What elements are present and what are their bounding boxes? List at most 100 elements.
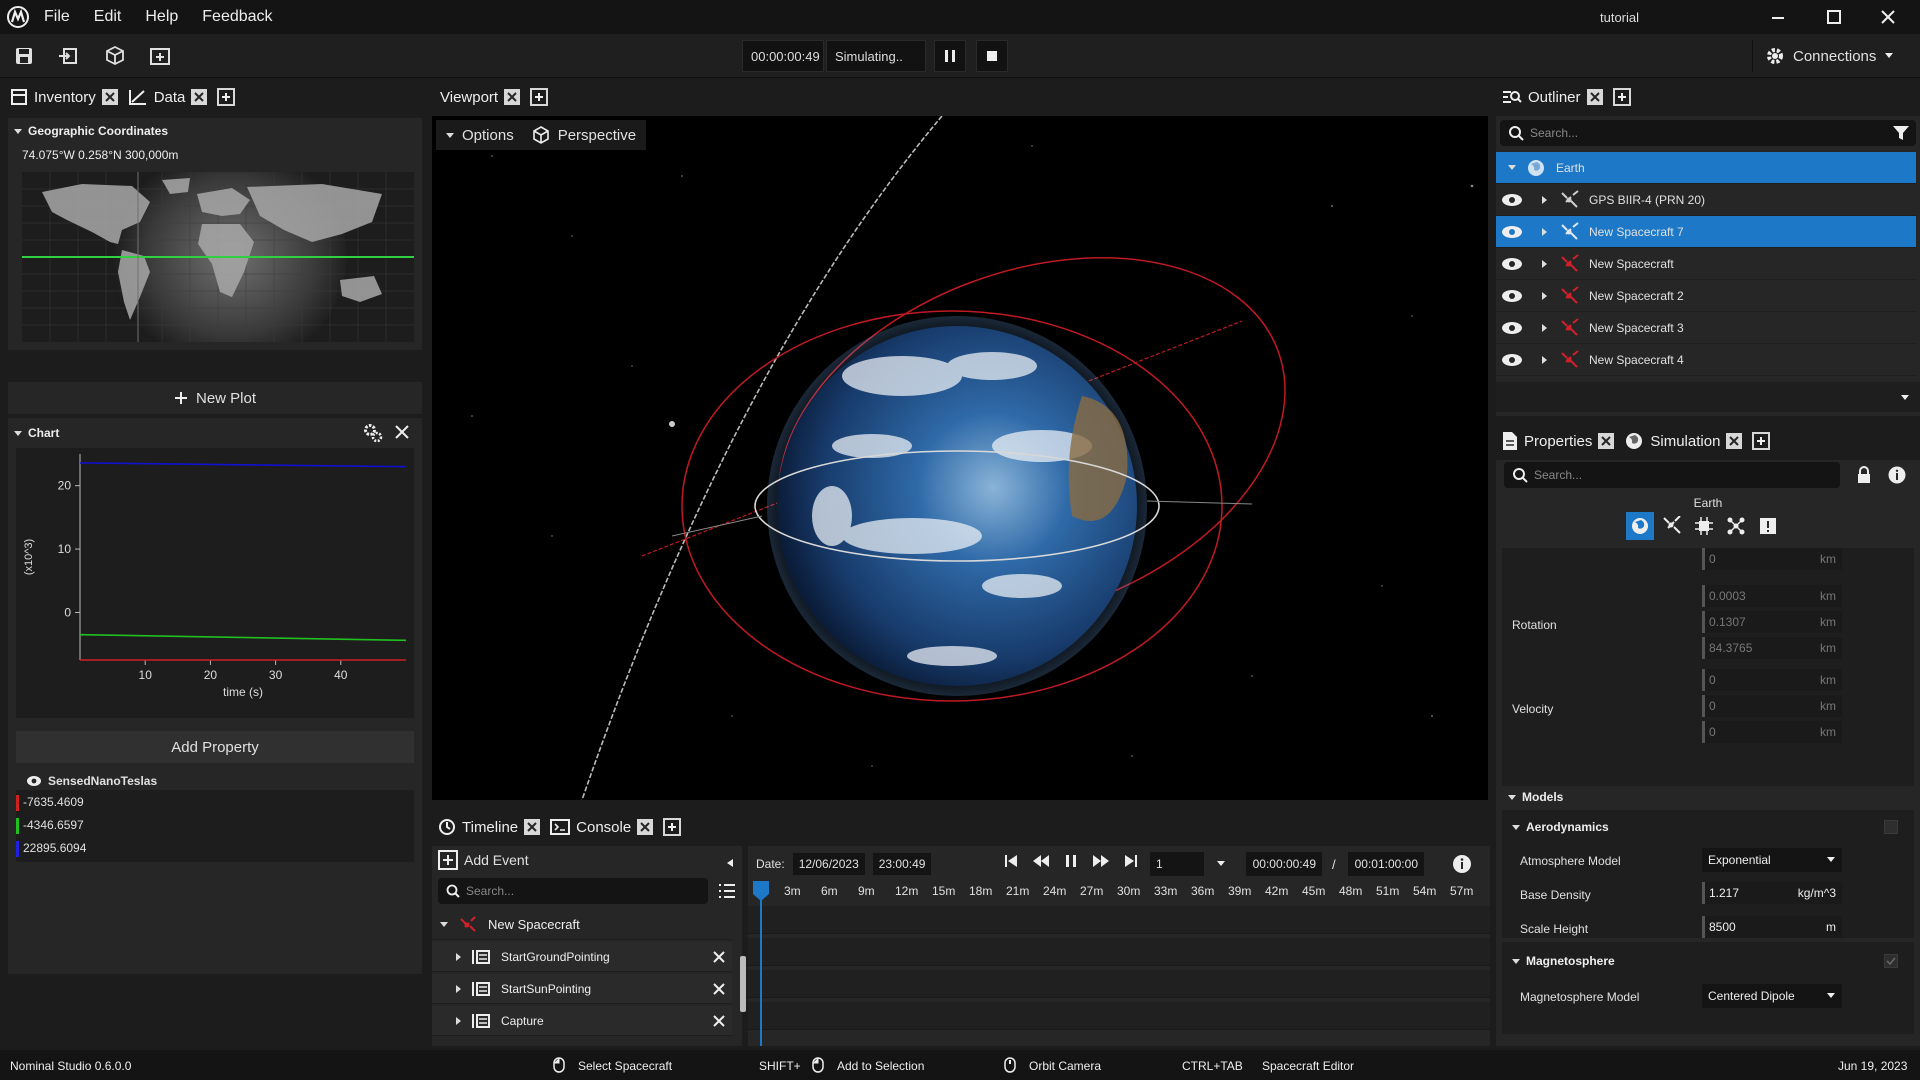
add-tab-button[interactable] (663, 818, 682, 836)
outliner-item[interactable]: GPS BIIR-4 (PRN 20) (1496, 184, 1916, 216)
menu-feedback[interactable]: Feedback (202, 8, 272, 26)
event-list-scrollbar[interactable] (740, 956, 746, 1012)
world-map[interactable] (22, 172, 414, 342)
rotation-field-z[interactable]: 84.3765 km (1702, 637, 1842, 659)
time-field[interactable]: 23:00:49 (872, 853, 932, 875)
playhead-handle[interactable] (752, 880, 770, 902)
tab-viewport[interactable]: Viewport (440, 89, 521, 106)
info-button[interactable] (1452, 854, 1472, 874)
event-search[interactable] (438, 878, 708, 904)
tab-timeline[interactable]: Timeline (438, 818, 541, 836)
stop-button[interactable] (976, 40, 1008, 72)
event-root-row[interactable]: New Spacecraft (432, 910, 732, 940)
add-object-button[interactable] (100, 40, 132, 72)
eye-icon[interactable] (1500, 353, 1524, 367)
chip-tab-button[interactable] (1690, 512, 1718, 540)
outliner-root-earth[interactable]: Earth (1496, 152, 1916, 184)
outliner-item[interactable]: New Spacecraft 3 (1496, 312, 1916, 344)
add-tab-button[interactable] (530, 88, 549, 106)
close-tab-icon[interactable] (524, 819, 541, 835)
event-search-input[interactable] (466, 884, 689, 898)
add-event-button[interactable]: Add Event (438, 850, 529, 870)
outliner-item[interactable]: New Spacecraft 2 (1496, 280, 1916, 312)
eye-icon[interactable] (1500, 257, 1524, 271)
eye-icon[interactable] (26, 775, 42, 787)
geo-section-header[interactable]: Geographic Coordinates (14, 124, 168, 138)
base-density-field[interactable]: 1.217 kg/m^3 (1702, 882, 1842, 904)
collapse-list-button[interactable] (726, 858, 734, 868)
track-event[interactable] (748, 970, 1490, 998)
delete-event-icon[interactable] (712, 982, 726, 996)
timeline-ruler[interactable]: 3m 6m 9m 12m 15m 18m 21m 24m 27m 30m 33m 36m 39m 42m 4… (748, 880, 1490, 904)
network-tab-button[interactable] (1722, 512, 1750, 540)
outliner-search[interactable] (1500, 120, 1916, 146)
close-window-button[interactable] (1860, 0, 1916, 34)
outliner-item[interactable]: New Spacecraft 4 (1496, 344, 1916, 376)
add-tab-button[interactable] (1612, 88, 1631, 106)
chevron-down-icon[interactable] (1900, 394, 1910, 402)
eye-icon[interactable] (1500, 193, 1524, 207)
rotation-field-y[interactable]: 0.1307 km (1702, 611, 1842, 633)
total-time-field[interactable]: 00:01:00:00 (1348, 852, 1424, 876)
atmosphere-select[interactable]: Exponential (1702, 848, 1842, 872)
outliner-item[interactable]: New Spacecraft (1496, 248, 1916, 280)
magnetosphere-checkbox[interactable] (1884, 954, 1898, 968)
close-tab-icon[interactable] (504, 89, 521, 105)
close-tab-icon[interactable] (101, 89, 118, 105)
satellite-tab-button[interactable] (1658, 512, 1686, 540)
save-button[interactable] (8, 40, 40, 72)
date-field[interactable]: 12/06/2023 (792, 853, 865, 875)
track-event[interactable] (748, 1002, 1490, 1030)
close-tab-icon[interactable] (191, 89, 208, 105)
rewind-icon[interactable] (1032, 854, 1050, 868)
velocity-field-z[interactable]: 0 km (1702, 721, 1842, 743)
speed-dropdown-button[interactable] (1216, 860, 1226, 868)
track-root[interactable] (748, 906, 1490, 934)
close-tab-icon[interactable] (1726, 433, 1743, 449)
menu-edit[interactable]: Edit (94, 8, 122, 26)
mag-model-select[interactable]: Centered Dipole (1702, 984, 1842, 1008)
pause-icon[interactable] (1064, 854, 1078, 868)
add-tab-button[interactable] (1752, 432, 1771, 450)
close-tab-icon[interactable] (1586, 89, 1603, 105)
velocity-field-y[interactable]: 0 km (1702, 695, 1842, 717)
3d-viewport[interactable]: Options Perspective (432, 116, 1488, 800)
pause-button[interactable] (934, 40, 966, 72)
chart-settings-button[interactable] (362, 422, 384, 444)
connections-button[interactable]: Connections (1752, 40, 1920, 72)
event-row[interactable]: StartSunPointing (432, 974, 732, 1004)
current-time-field[interactable]: 00:00:00:49 (1246, 852, 1322, 876)
eye-icon[interactable] (1500, 289, 1524, 303)
close-tab-icon[interactable] (637, 819, 654, 835)
event-row[interactable]: Capture (432, 1006, 732, 1036)
alert-tab-button[interactable] (1754, 512, 1782, 540)
tab-properties[interactable]: Properties (1502, 431, 1615, 451)
close-tab-icon[interactable] (1598, 433, 1615, 449)
velocity-field-x[interactable]: 0 km (1702, 669, 1842, 691)
models-section-header[interactable]: Models (1508, 790, 1563, 804)
import-button[interactable] (52, 40, 84, 72)
skip-end-icon[interactable] (1124, 854, 1138, 868)
properties-search-input[interactable] (1534, 468, 1813, 482)
chart-area[interactable]: 10 20 30 40 0 10 20 time (s) (x10^3) (16, 448, 414, 718)
magnetosphere-header[interactable]: Magnetosphere (1512, 954, 1615, 968)
options-button[interactable]: Options (446, 127, 514, 144)
tab-outliner[interactable]: Outliner (1502, 88, 1603, 106)
eye-icon[interactable] (1500, 321, 1524, 335)
body-tab-button[interactable] (1626, 512, 1654, 540)
track-event[interactable] (748, 938, 1490, 966)
add-tab-button[interactable] (217, 88, 236, 106)
delete-event-icon[interactable] (712, 950, 726, 964)
perspective-button[interactable]: Perspective (532, 126, 636, 144)
lock-button[interactable] (1856, 466, 1872, 484)
outliner-search-input[interactable] (1530, 126, 1877, 140)
tab-simulation[interactable]: Simulation (1624, 431, 1743, 451)
close-chart-button[interactable] (394, 424, 412, 442)
menu-file[interactable]: File (44, 8, 70, 26)
properties-info-button[interactable] (1888, 466, 1906, 484)
outliner-item-selected[interactable]: New Spacecraft 7 (1496, 216, 1916, 248)
speed-select[interactable]: 1 (1150, 852, 1204, 876)
rotation-field-x[interactable]: 0.0003 km (1702, 585, 1842, 607)
eye-icon[interactable] (1500, 225, 1524, 239)
chart-section-header[interactable]: Chart (14, 426, 59, 440)
